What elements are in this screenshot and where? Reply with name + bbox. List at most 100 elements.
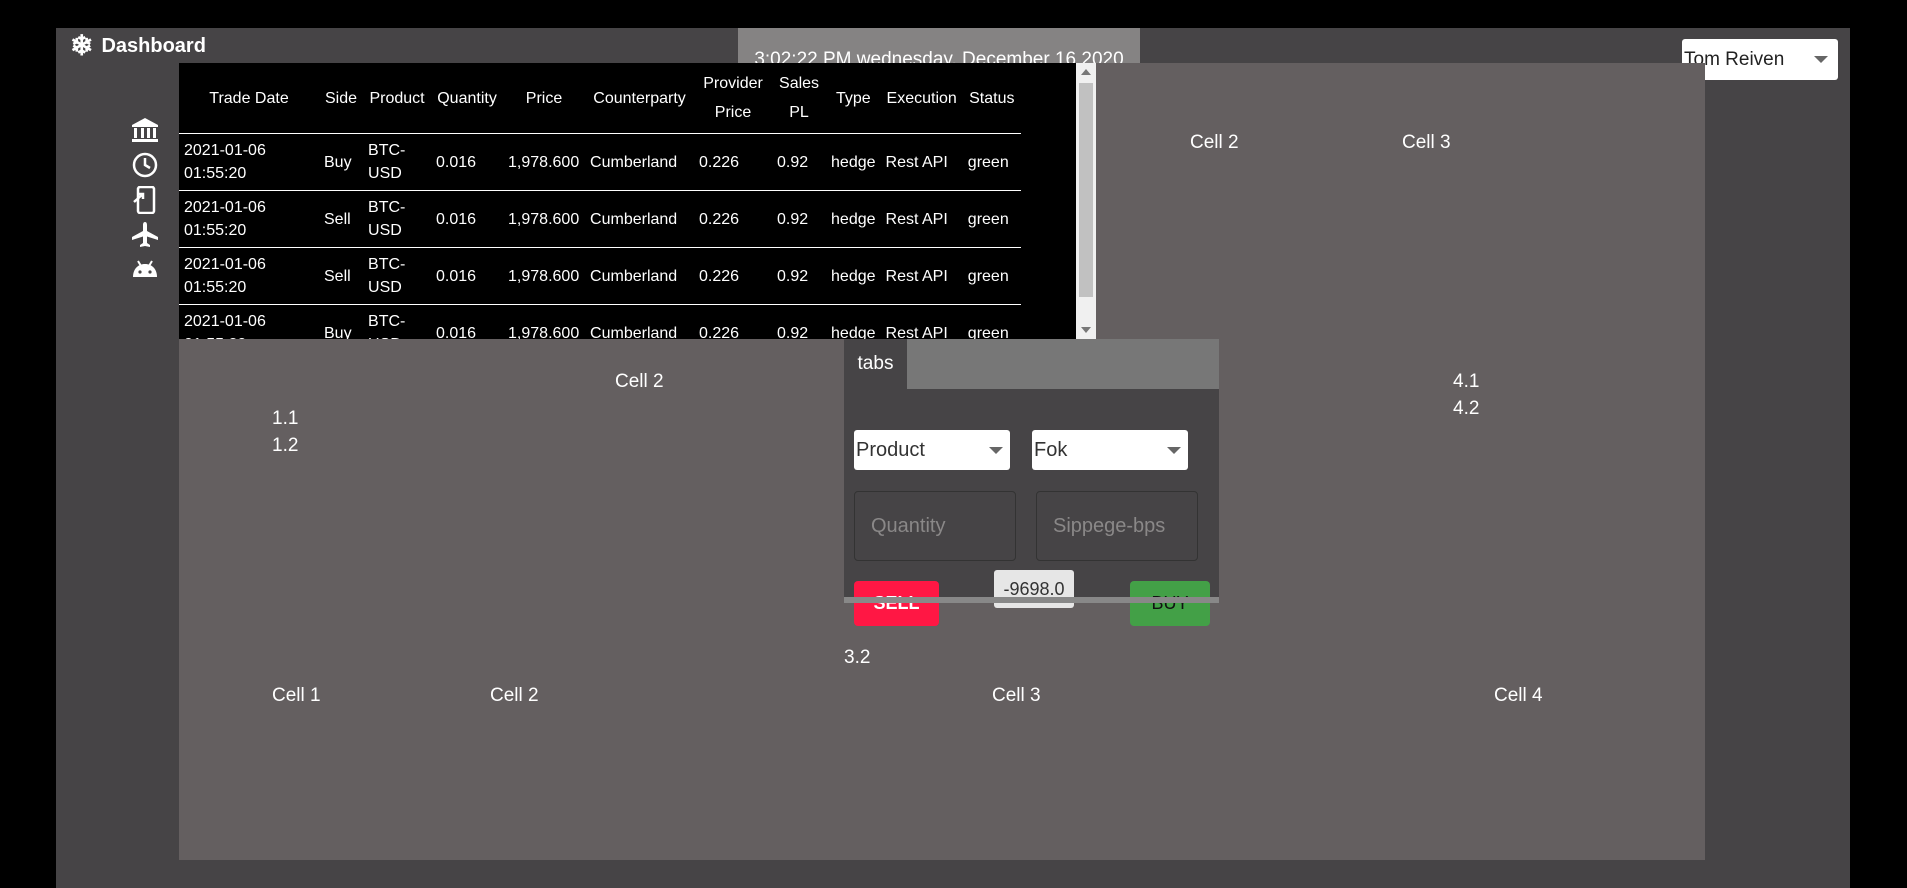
chevron-down-icon [1814, 56, 1828, 63]
table-cell: 0.226 [694, 133, 773, 191]
brand[interactable]: ❄ Dashboard [70, 32, 206, 60]
table-cell: Buy [319, 304, 364, 339]
table-cell: 0.016 [431, 247, 504, 305]
tab-bar: tabs [844, 339, 1219, 389]
table-cell: BTC-USD [363, 247, 432, 305]
table-cell: 0.226 [694, 304, 773, 339]
scroll-up-icon[interactable] [1081, 69, 1091, 75]
chevron-down-icon [989, 447, 1003, 454]
table-cell: Cumberland [585, 304, 695, 339]
table-cell: green [962, 304, 1021, 339]
table-cell: 1,978.600 [503, 190, 586, 248]
airplane-icon[interactable] [130, 221, 160, 249]
column-header[interactable]: Side [319, 63, 364, 134]
row3-cell-4: Cell 4 [1494, 685, 1543, 706]
column-header[interactable]: Status [962, 63, 1021, 134]
column-header[interactable]: Execution [880, 63, 963, 134]
table-cell: BTC-USD [363, 304, 432, 339]
table-cell: 2021-01-06 01:55:20 [179, 190, 319, 248]
scroll-down-icon[interactable] [1081, 327, 1091, 333]
column-header[interactable]: Type [826, 63, 881, 134]
table-cell: Rest API [880, 133, 963, 191]
table-cell: Cumberland [585, 190, 695, 248]
product-select[interactable]: Product [854, 430, 1010, 470]
table-cell: 2021-01-06 01:55:20 [179, 247, 319, 305]
product-select-value: Product [856, 438, 925, 461]
column-header[interactable]: Product [363, 63, 432, 134]
list-item-4-1: 4.1 [1453, 371, 1480, 392]
table-cell: 0.016 [431, 190, 504, 248]
widget-footer-bar [844, 597, 1219, 603]
row3-cell-3: Cell 3 [992, 685, 1041, 706]
user-select[interactable]: Tom Reiven [1682, 39, 1838, 80]
table-cell: 0.92 [772, 247, 827, 305]
sidebar-nav [130, 116, 160, 284]
table-cell: hedge [826, 133, 881, 191]
row3-cell-1: Cell 1 [272, 685, 321, 706]
scroll-thumb[interactable] [1079, 83, 1093, 297]
order-type-select-value: Fok [1034, 438, 1068, 461]
table-cell: 1,978.600 [503, 133, 586, 191]
table-cell: 0.226 [694, 247, 773, 305]
table-cell: green [962, 190, 1021, 248]
table-row[interactable]: 2021-01-06 01:55:20BuyBTC-USD0.0161,978.… [179, 133, 1021, 191]
table-row[interactable]: 2021-01-06 01:55:20 Sell BTC-USD 0.016 1,978… [179, 247, 1021, 305]
list-item-1-2: 1.2 [272, 435, 299, 456]
table-row[interactable]: 2021-01-06 01:55:20BuyBTC-USD0.0161,978.… [179, 304, 1021, 339]
table-cell: 2021-01-06 01:55:20 [179, 133, 319, 191]
bank-icon[interactable] [130, 116, 160, 144]
mobile-transfer-icon[interactable] [130, 186, 160, 214]
table-cell: green [962, 133, 1021, 191]
table-cell: 0.92 [772, 133, 827, 191]
table-cell: Rest API [880, 247, 963, 305]
trades-table[interactable]: Trade Date Side Product Quantity Price C… [179, 63, 1096, 339]
column-header[interactable]: Provider Price [694, 63, 773, 134]
table-cell: 0.92 [772, 190, 827, 248]
table-cell: green [962, 247, 1021, 305]
table-cell: Cumberland [585, 133, 695, 191]
column-header[interactable]: Sales PL [772, 63, 827, 134]
column-header[interactable]: Price [503, 63, 586, 134]
table-cell: Rest API [880, 304, 963, 339]
table-cell: Buy [319, 133, 364, 191]
column-header[interactable]: Trade Date [179, 63, 319, 134]
table-cell: BTC-USD [363, 190, 432, 248]
table-scrollbar[interactable] [1076, 63, 1096, 339]
snowflake-icon: ❄ [70, 30, 94, 61]
column-header[interactable]: Counterparty [585, 63, 695, 134]
list-item-4-2: 4.2 [1453, 398, 1480, 419]
android-icon[interactable] [130, 256, 160, 284]
table-cell: hedge [826, 247, 881, 305]
table-cell: 2021-01-06 01:55:20 [179, 304, 319, 339]
table-cell: 0.016 [431, 304, 504, 339]
sell-button[interactable]: SELL [854, 581, 939, 626]
table-cell: Sell [319, 247, 364, 305]
tab-tabs[interactable]: tabs [844, 339, 907, 389]
list-item-3-2: 3.2 [844, 647, 871, 668]
slippage-input[interactable] [1036, 491, 1198, 561]
table-row[interactable]: 2021-01-06 01:55:20 Sell BTC-USD 0.016 1,978… [179, 190, 1021, 248]
table-cell: Rest API [880, 190, 963, 248]
table-cell: 0.92 [772, 304, 827, 339]
list-item-1-1: 1.1 [272, 408, 299, 429]
clock-icon[interactable] [130, 151, 160, 179]
table-cell: hedge [826, 190, 881, 248]
table-cell: 1,978.600 [503, 304, 586, 339]
chevron-down-icon [1167, 447, 1181, 454]
row1-cell-3: Cell 3 [1402, 132, 1451, 153]
table-cell: hedge [826, 304, 881, 339]
table-cell: BTC-USD [363, 133, 432, 191]
row2-cell-2: Cell 2 [615, 371, 664, 392]
row3-cell-2: Cell 2 [490, 685, 539, 706]
table-cell: 0.226 [694, 190, 773, 248]
table-cell: Cumberland [585, 247, 695, 305]
buy-button[interactable]: BUY [1130, 581, 1210, 626]
quantity-input[interactable] [854, 491, 1016, 561]
row1-cell-2: Cell 2 [1190, 132, 1239, 153]
table-cell: 1,978.600 [503, 247, 586, 305]
order-type-select[interactable]: Fok [1032, 430, 1188, 470]
trade-widget: tabs Product Fok SELL -9698.0 BUY [844, 339, 1219, 626]
app-title: Dashboard [101, 34, 206, 57]
column-header[interactable]: Quantity [431, 63, 504, 134]
table-header-row: Trade Date Side Product Quantity Price C… [179, 63, 1021, 134]
